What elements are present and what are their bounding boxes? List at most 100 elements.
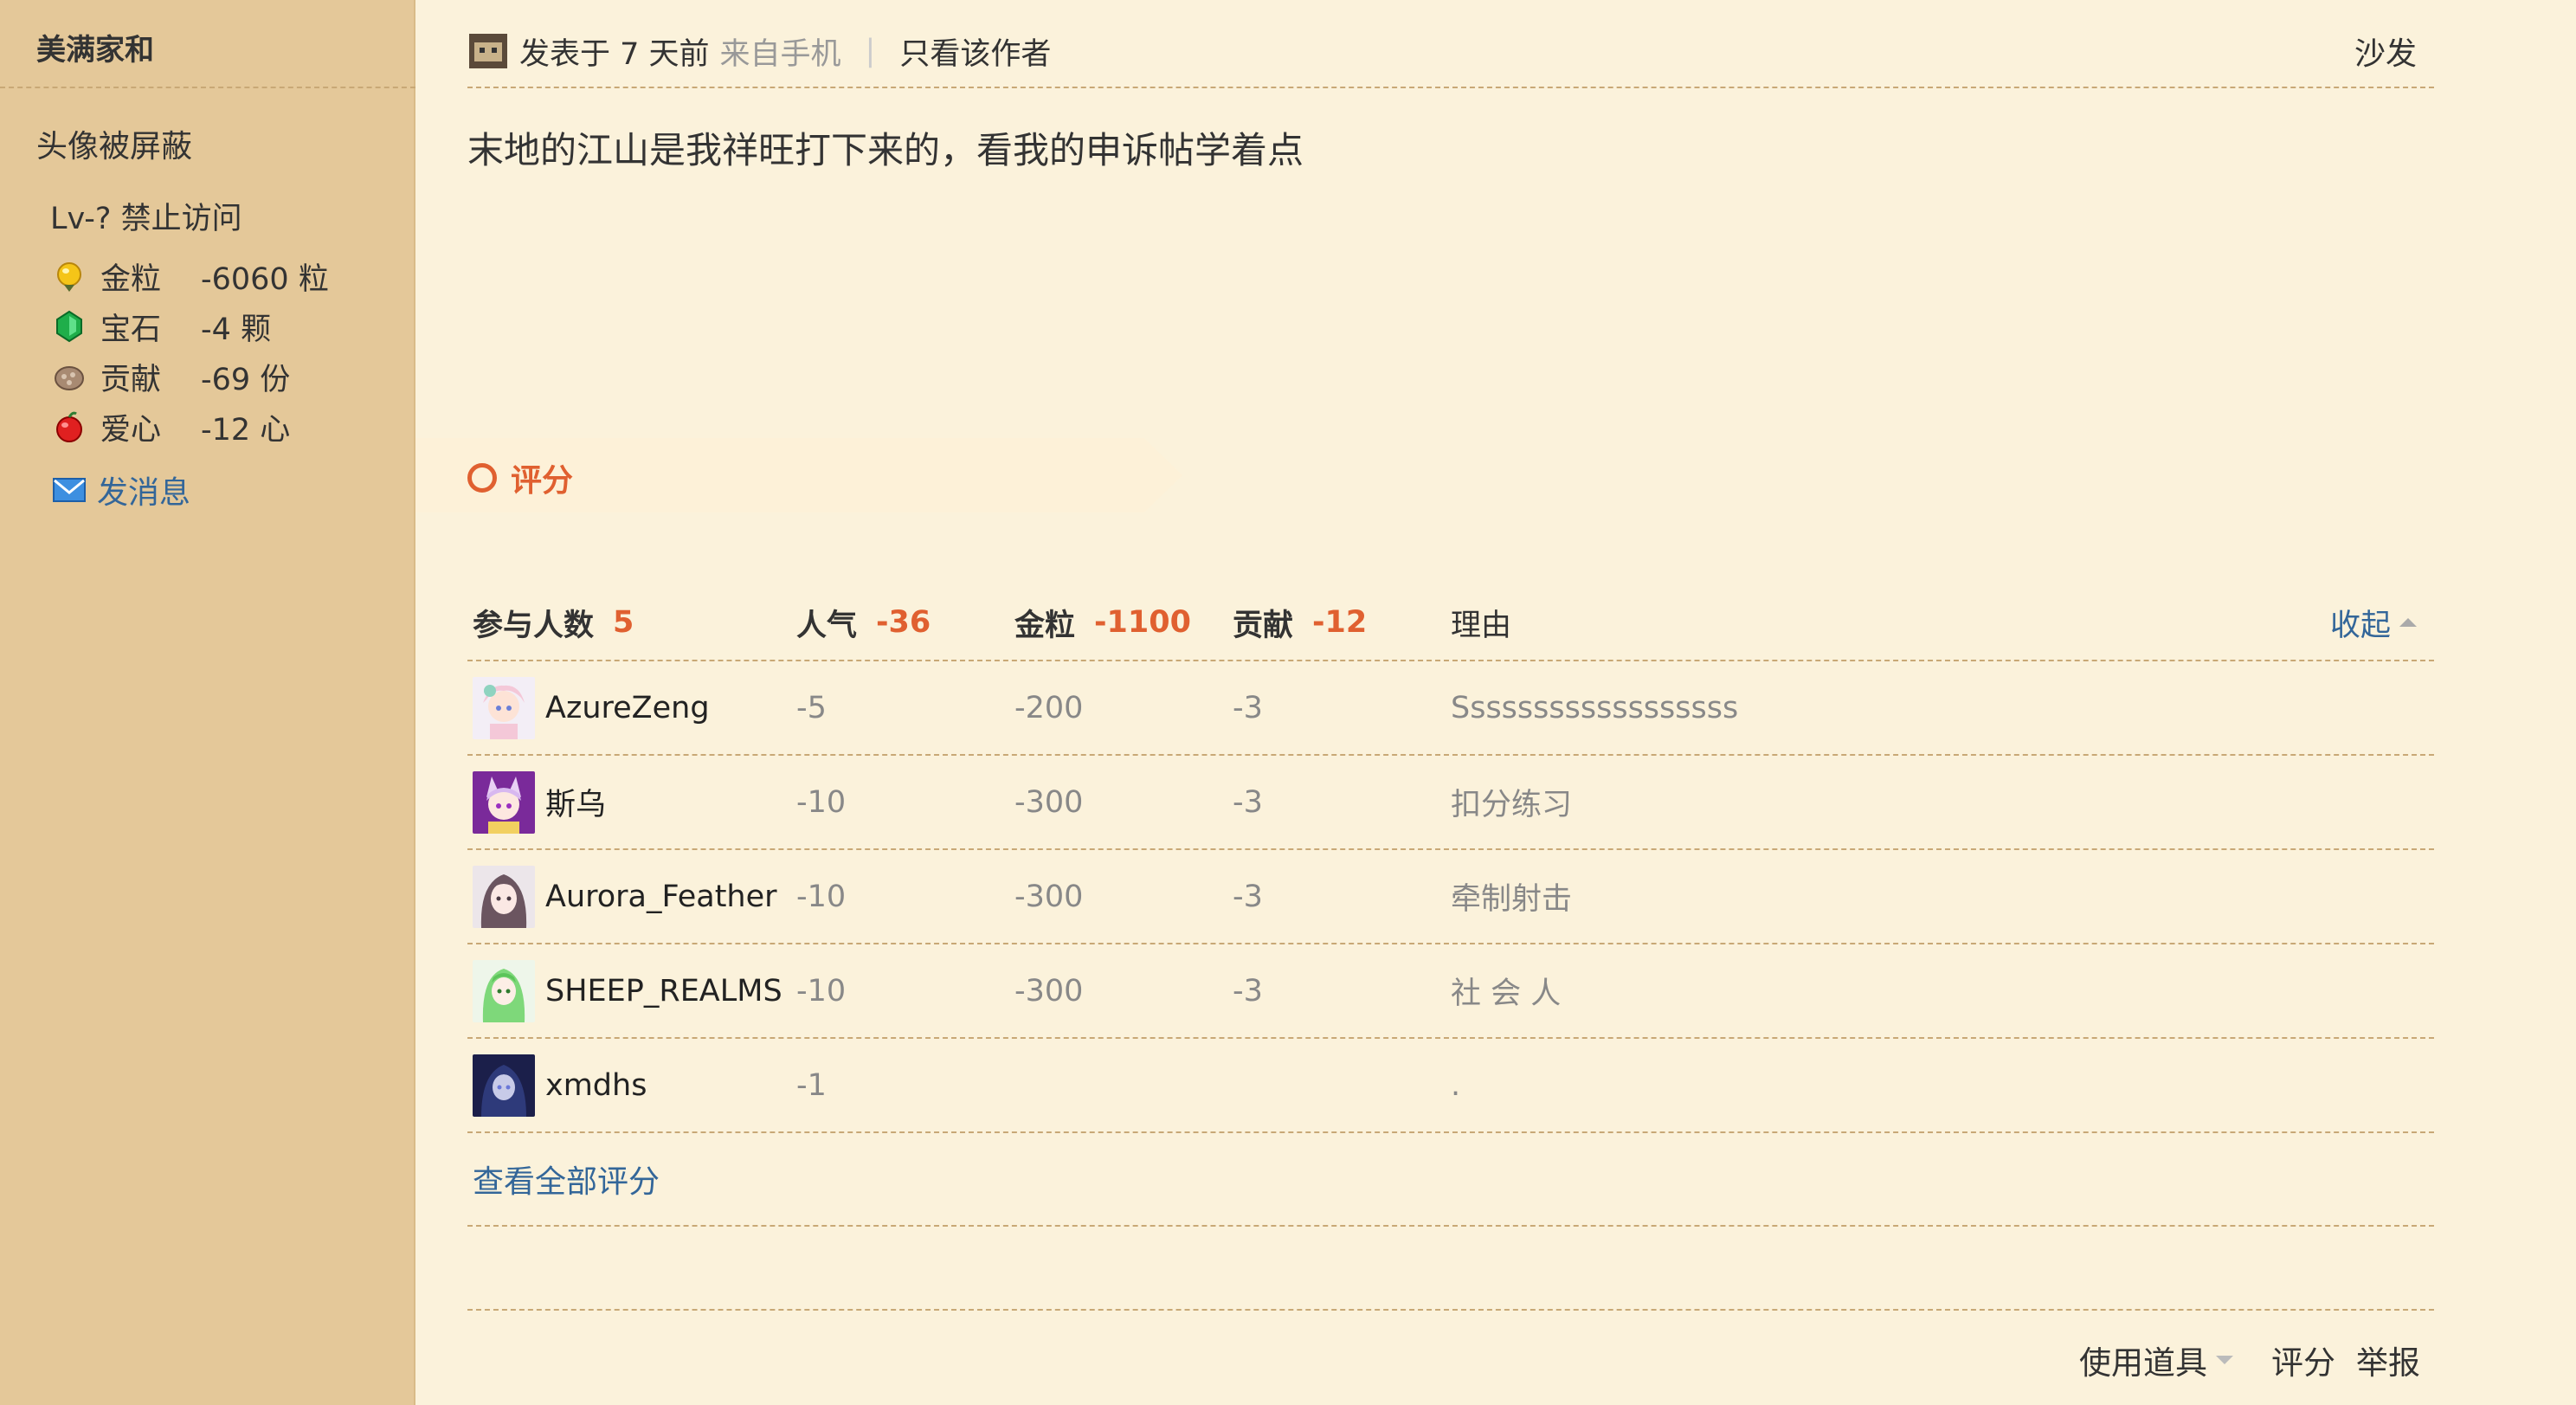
stat-contribution: 贡献 -69 份 bbox=[52, 355, 290, 398]
contribution-header: 贡献 -12 bbox=[1233, 585, 1367, 660]
post-source: 来自手机 bbox=[719, 36, 841, 72]
rater-cell: SHEEP_REALMS bbox=[473, 944, 782, 1037]
gold-label: 金粒 bbox=[1014, 608, 1076, 643]
popularity-label: 人气 bbox=[796, 608, 858, 643]
avatar[interactable] bbox=[473, 959, 535, 1022]
rating-circle-icon bbox=[467, 463, 497, 493]
popularity-cell: -5 bbox=[796, 690, 827, 725]
sidebar-divider bbox=[0, 87, 415, 88]
user-level: Lv-? 禁止访问 bbox=[50, 202, 242, 236]
reason-cell: Ssssssssssssssssss bbox=[1451, 690, 1739, 725]
table-row: AzureZeng -5 -200 -3 Ssssssssssssssssss bbox=[467, 661, 2434, 756]
stat-label: 宝石 bbox=[100, 312, 162, 347]
floor-label[interactable]: 沙发 bbox=[2354, 29, 2417, 74]
gold-grain-icon bbox=[57, 262, 81, 292]
gold-cell: -200 bbox=[1014, 690, 1084, 725]
caret-up-icon bbox=[2399, 618, 2417, 627]
table-row: xmdhs -1 . bbox=[467, 1039, 2434, 1133]
bottom-divider bbox=[467, 1309, 2434, 1311]
rating-title-label: 评分 bbox=[511, 463, 574, 499]
rater-cell: 斯乌 bbox=[473, 756, 606, 848]
reason-cell: 社 会 人 bbox=[1451, 976, 1562, 1011]
send-message-link[interactable]: 发消息 bbox=[52, 467, 190, 512]
envelope-icon bbox=[53, 478, 86, 502]
avatar[interactable] bbox=[473, 865, 535, 928]
stat-value: -12 心 bbox=[201, 412, 291, 448]
stat-label: 爱心 bbox=[100, 412, 162, 448]
rater-name[interactable]: AzureZeng bbox=[545, 691, 710, 725]
stat-label: 贡献 bbox=[100, 362, 162, 397]
post-header: 发表于 7 天前 来自手机 | 只看该作者 沙发 bbox=[467, 16, 2434, 88]
post-time: 发表于 7 天前 bbox=[519, 36, 710, 72]
contribution-cell: -3 bbox=[1233, 879, 1263, 914]
stat-label: 金粒 bbox=[100, 261, 162, 297]
contribution-cell: -3 bbox=[1233, 973, 1263, 1009]
gold-cell: -300 bbox=[1014, 879, 1084, 914]
reason-cell: 扣分练习 bbox=[1451, 788, 1573, 822]
table-row: SHEEP_REALMS -10 -300 -3 社 会 人 bbox=[467, 944, 2434, 1039]
table-row: 斯乌 -10 -300 -3 扣分练习 bbox=[467, 756, 2434, 850]
view-all-row: 查看全部评分 bbox=[467, 1133, 2434, 1227]
gold-total: -1100 bbox=[1094, 605, 1191, 640]
reason-cell: . bbox=[1451, 1067, 1461, 1103]
participants-count: 5 bbox=[613, 605, 634, 640]
gold-cell: -300 bbox=[1014, 784, 1084, 820]
participants-header: 参与人数 5 bbox=[473, 585, 634, 660]
popularity-cell: -10 bbox=[796, 879, 847, 914]
popularity-total: -36 bbox=[876, 605, 931, 640]
post-content: 末地的江山是我祥旺打下来的，看我的申诉帖学着点 bbox=[467, 129, 1304, 171]
stat-gold: 金粒 -6060 粒 bbox=[52, 255, 329, 298]
author-username[interactable]: 美满家和 bbox=[36, 26, 154, 68]
contribution-cell: -3 bbox=[1233, 784, 1263, 820]
stat-gem: 宝石 -4 颗 bbox=[52, 305, 271, 348]
use-tool-menu[interactable]: 使用道具 bbox=[2079, 1337, 2233, 1383]
popularity-header: 人气 -36 bbox=[796, 585, 931, 660]
post-actions: 使用道具 评分 举报 bbox=[2079, 1337, 2420, 1383]
heart-apple-icon bbox=[56, 411, 82, 442]
rater-name[interactable]: SHEEP_REALMS bbox=[545, 974, 782, 1009]
report-button[interactable]: 举报 bbox=[2356, 1337, 2420, 1383]
author-sidebar: 美满家和 头像被屏蔽 Lv-? 禁止访问 金粒 -6060 粒 宝石 -4 颗 … bbox=[0, 0, 415, 1405]
rating-table-header: 参与人数 5 人气 -36 金粒 -1100 贡献 -12 理由 收起 bbox=[467, 585, 2434, 661]
view-all-ratings-link[interactable]: 查看全部评分 bbox=[473, 1133, 660, 1225]
rating-table: 参与人数 5 人气 -36 金粒 -1100 贡献 -12 理由 收起 Azur… bbox=[467, 585, 2434, 1227]
avatar[interactable] bbox=[473, 1054, 535, 1117]
avatar[interactable] bbox=[473, 676, 535, 739]
reason-header: 理由 bbox=[1451, 585, 1511, 660]
popularity-cell: -10 bbox=[796, 973, 847, 1009]
table-row: Aurora_Feather -10 -300 -3 牵制射击 bbox=[467, 850, 2434, 944]
participants-label: 参与人数 bbox=[473, 608, 595, 643]
contribution-icon bbox=[55, 366, 84, 390]
contribution-label: 贡献 bbox=[1233, 608, 1294, 643]
stat-value: -69 份 bbox=[201, 362, 291, 397]
reason-label: 理由 bbox=[1451, 608, 1512, 643]
rate-button[interactable]: 评分 bbox=[2271, 1337, 2335, 1383]
rating-title: 评分 bbox=[467, 455, 573, 500]
rater-cell: Aurora_Feather bbox=[473, 850, 777, 943]
send-message-label: 发消息 bbox=[97, 475, 191, 511]
collapse-button[interactable]: 收起 bbox=[2330, 585, 2417, 660]
online-status-icon bbox=[469, 34, 507, 68]
reason-cell: 牵制射击 bbox=[1451, 882, 1573, 917]
stat-value: -6060 粒 bbox=[201, 261, 329, 297]
rater-name[interactable]: xmdhs bbox=[545, 1068, 647, 1103]
gem-icon bbox=[56, 310, 82, 343]
popularity-cell: -10 bbox=[796, 784, 847, 820]
collapse-label: 收起 bbox=[2329, 608, 2391, 643]
avatar-blocked-note: 头像被屏蔽 bbox=[36, 129, 193, 164]
rater-cell: AzureZeng bbox=[473, 661, 710, 754]
stat-heart: 爱心 -12 心 bbox=[52, 405, 290, 448]
contribution-cell: -3 bbox=[1233, 690, 1263, 725]
use-tool-label: 使用道具 bbox=[2079, 1344, 2207, 1382]
avatar[interactable] bbox=[473, 770, 535, 834]
gold-cell: -300 bbox=[1014, 973, 1084, 1009]
rater-name[interactable]: Aurora_Feather bbox=[545, 880, 777, 914]
rater-name[interactable]: 斯乌 bbox=[545, 780, 606, 824]
stat-value: -4 颗 bbox=[201, 312, 272, 347]
gold-header: 金粒 -1100 bbox=[1014, 585, 1191, 660]
popularity-cell: -1 bbox=[796, 1067, 827, 1103]
rater-cell: xmdhs bbox=[473, 1039, 647, 1131]
view-author-only-link[interactable]: 只看该作者 bbox=[899, 29, 1051, 74]
caret-down-icon bbox=[2216, 1356, 2233, 1364]
contribution-total: -12 bbox=[1312, 605, 1368, 640]
